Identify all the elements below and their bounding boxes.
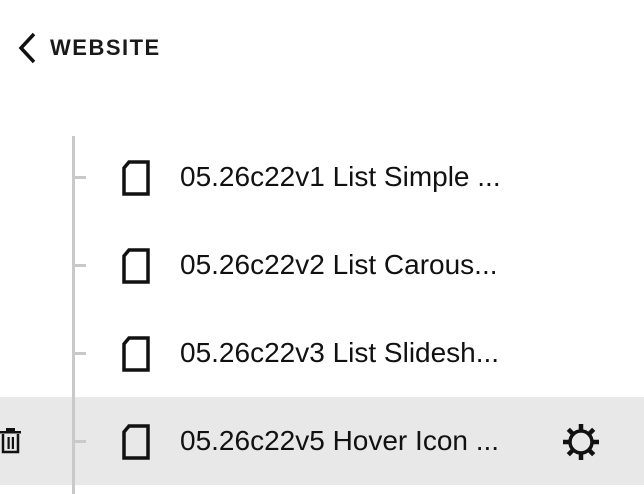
page-title: 05.26c22v5 Hover Icon ... [180,425,500,456]
page-list-item-active[interactable]: 05.26c22v5 Hover Icon ... [0,397,644,485]
tree-connector-line [72,136,75,494]
back-to-website-link[interactable]: WEBSITE [16,28,161,68]
tree-branch-tick [75,176,86,179]
tree-branch-tick [75,264,86,267]
page-icon [120,247,152,285]
page-list: 05.26c22v1 List Simple ... 05.26c22v2 Li… [0,133,644,485]
page-icon [120,159,152,197]
trash-icon[interactable] [0,426,22,456]
page-list-item[interactable]: 05.26c22v2 List Carous... [0,221,644,309]
page-title: 05.26c22v3 List Slidesh... [180,337,500,368]
page-title: 05.26c22v2 List Carous... [180,249,498,280]
gear-icon[interactable] [560,421,602,463]
tree-branch-tick [75,440,86,443]
page-list-item[interactable]: 05.26c22v1 List Simple ... [0,133,644,221]
back-link-label: WEBSITE [50,35,161,60]
chevron-left-icon [16,30,38,66]
page-title: 05.26c22v1 List Simple ... [180,161,501,192]
page-icon [120,335,152,373]
tree-branch-tick [75,352,86,355]
page-icon [120,423,152,461]
page-list-item[interactable]: 05.26c22v3 List Slidesh... [0,309,644,397]
